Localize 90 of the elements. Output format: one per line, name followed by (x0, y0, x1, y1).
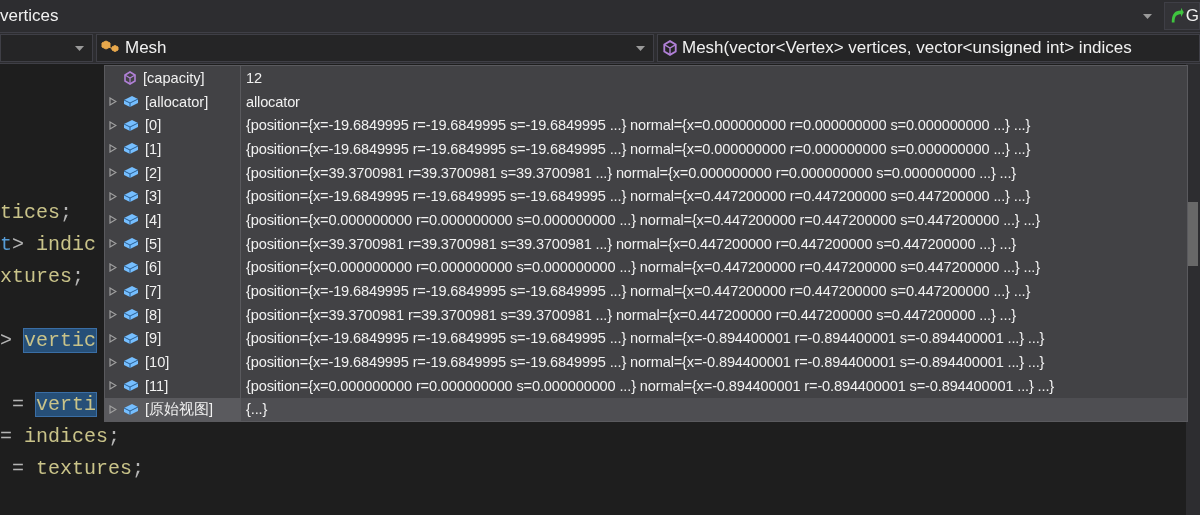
expand-icon[interactable] (109, 239, 117, 249)
datatip-row[interactable]: [7] {position={x=-19.6849995 r=-19.6849995 s=-19.6849995 ...} normal={x=0.447200000 r=0.447200000 s=0.447200000 ...} ...} (105, 279, 1187, 303)
variable-name: [9] (145, 330, 162, 347)
variable-value: {position={x=-19.6849995 r=-19.6849995 s=-19.6849995 ...} normal={x=0.000000000 r=0.000000000 s=0.000000000 ...} ...} (245, 140, 1032, 157)
variable-value: {position={x=-19.6849995 r=-19.6849995 s=-19.6849995 ...} normal={x=-0.894400001 r=-0.894400001 s=-0.894400001 ...} ...} (245, 354, 1046, 371)
field-icon (123, 142, 139, 156)
variable-value: {position={x=0.000000000 r=0.000000000 s=0.000000000 ...} normal={x=0.447200000 r=0.447200000 s=0.447200000 ...} ...} (245, 259, 1041, 276)
dropdown-arrow-icon (636, 45, 645, 51)
go-button[interactable]: G (1164, 2, 1200, 30)
expand-icon[interactable] (109, 357, 117, 367)
field-icon (123, 213, 139, 227)
datatip-row[interactable]: [4] {position={x=0.000000000 r=0.000000000 s=0.000000000 ...} normal={x=0.447200000 r=0.447200000 s=0.447200000 ...} ...} (105, 208, 1187, 232)
code-line: = indices; (0, 423, 121, 450)
field-icon (123, 308, 139, 322)
datatip-row[interactable]: [3] {position={x=-19.6849995 r=-19.6849995 s=-19.6849995 ...} normal={x=0.447200000 r=0.447200000 s=0.447200000 ...} ...} (105, 184, 1187, 209)
expand-icon[interactable] (109, 286, 117, 296)
field-icon (123, 284, 139, 298)
field-icon (123, 237, 139, 251)
datatip-row[interactable]: [原始视图] {...} (105, 397, 1187, 422)
cube-icon (662, 40, 678, 56)
variable-name: [11] (145, 377, 169, 394)
expand-icon[interactable] (109, 144, 117, 154)
member-dropdown[interactable]: Mesh(vector<Vertex> vertices, vector<unsigned int> indices (657, 34, 1200, 62)
datatip-row[interactable]: [8] {position={x=39.3700981 r=39.3700981 s=39.3700981 ...} normal={x=0.447200000 r=0.447200000 s=0.447200000 ...} ...} (105, 302, 1187, 327)
type-dropdown[interactable]: Mesh (96, 34, 654, 62)
field-icon (123, 189, 139, 203)
variable-name: [capacity] (143, 69, 205, 86)
variable-value: {position={x=39.3700981 r=39.3700981 s=39.3700981 ...} normal={x=0.447200000 r=0.447200000 s=0.447200000 ...} ...} (245, 306, 1018, 323)
variable-value: {...} (245, 401, 269, 418)
variable-name: [10] (145, 354, 170, 371)
variable-value: {position={x=-19.6849995 r=-19.6849995 s=-19.6849995 ...} normal={x=0.447200000 r=0.447200000 s=0.447200000 ...} ...} (245, 188, 1032, 205)
variable-name: [6] (145, 259, 162, 276)
code-line: tices; (0, 199, 73, 226)
dropdown-arrow-icon (1143, 13, 1152, 19)
expand-icon[interactable] (109, 191, 117, 201)
variable-name: [3] (145, 188, 162, 205)
expand-icon[interactable] (109, 120, 117, 130)
cube-icon (123, 70, 137, 85)
scroll-thumb[interactable] (1188, 202, 1198, 266)
variable-name: [原始视图] (145, 399, 214, 419)
expand-icon[interactable] (109, 215, 117, 225)
variable-value: {position={x=0.000000000 r=0.000000000 s=0.000000000 ...} normal={x=-0.894400001 r=-0.894400001 s=-0.894400001 ...} ...} (245, 377, 1056, 394)
variable-value: {position={x=-19.6849995 r=-19.6849995 s=-19.6849995 ...} normal={x=0.000000000 r=0.000000000 s=0.000000000 ...} ...} (245, 117, 1032, 134)
field-icon (123, 331, 139, 345)
expand-icon[interactable] (109, 333, 117, 343)
code-line: = textures; (11, 455, 145, 482)
datatip-row[interactable]: [0] {position={x=-19.6849995 r=-19.6849995 s=-19.6849995 ...} normal={x=0.000000000 r=0.000000000 s=0.000000000 ...} ...} (105, 113, 1187, 138)
variable-name: [0] (145, 117, 162, 134)
datatip-row[interactable]: [10] {position={x=-19.6849995 r=-19.6849995 s=-19.6849995 ...} normal={x=-0.894400001 r=-0.894400001 s=-0.894400001 ...} ...} (105, 350, 1187, 374)
dropdown-arrow-icon (75, 45, 84, 51)
variable-name: [4] (145, 211, 162, 228)
datatip-row[interactable]: [9] {position={x=-19.6849995 r=-19.6849995 s=-19.6849995 ...} normal={x=-0.894400001 r=-0.894400001 s=-0.894400001 ...} ...} (105, 326, 1187, 351)
field-icon (123, 260, 139, 274)
arrow-icon (1169, 7, 1184, 25)
expand-icon[interactable] (109, 97, 117, 107)
expand-icon[interactable] (109, 310, 117, 320)
code-line: t> indic (0, 231, 97, 258)
datatip-row[interactable]: [allocator] allocator (105, 89, 1187, 114)
code-line: = verti (11, 391, 97, 418)
datatip-row[interactable]: [1] {position={x=-19.6849995 r=-19.6849995 s=-19.6849995 ...} normal={x=0.000000000 r=0.000000000 s=0.000000000 ...} ...} (105, 137, 1187, 161)
field-icon (123, 118, 139, 132)
expand-icon[interactable] (109, 262, 117, 272)
datatip-row[interactable]: [2] {position={x=39.3700981 r=39.3700981 s=39.3700981 ...} normal={x=0.000000000 r=0.000000000 s=0.000000000 ...} ...} (105, 160, 1187, 185)
variable-value: {position={x=-19.6849995 r=-19.6849995 s=-19.6849995 ...} normal={x=-0.894400001 r=-0.894400001 s=-0.894400001 ...} ...} (245, 330, 1046, 347)
datatip-row[interactable]: [5] {position={x=39.3700981 r=39.3700981 s=39.3700981 ...} normal={x=0.447200000 r=0.447200000 s=0.447200000 ...} ...} (105, 231, 1187, 256)
variable-value: allocator (245, 93, 301, 110)
field-icon (123, 95, 139, 109)
expand-icon[interactable] (109, 381, 117, 391)
variable-value: {position={x=39.3700981 r=39.3700981 s=39.3700981 ...} normal={x=0.447200000 r=0.447200000 s=0.447200000 ...} ...} (245, 235, 1018, 252)
datatip-row[interactable]: [11] {position={x=0.000000000 r=0.000000000 s=0.000000000 ...} normal={x=-0.894400001 r=-0.894400001 s=-0.894400001 ...} ...} (105, 373, 1187, 398)
variable-value: {position={x=-19.6849995 r=-19.6849995 s=-19.6849995 ...} normal={x=0.447200000 r=0.447200000 s=0.447200000 ...} ...} (245, 283, 1032, 300)
code-line: xtures; (0, 263, 85, 290)
field-icon (123, 402, 139, 416)
variable-name: [5] (145, 235, 162, 252)
code-line: > vertic (0, 327, 97, 354)
variable-value: {position={x=39.3700981 r=39.3700981 s=39.3700981 ...} normal={x=0.000000000 r=0.000000000 s=0.000000000 ...} ...} (245, 164, 1018, 181)
variable-name: [8] (145, 306, 162, 323)
variable-name: [1] (145, 140, 162, 157)
expand-icon[interactable] (109, 168, 117, 178)
field-icon (123, 355, 139, 369)
variable-name: [allocator] (145, 93, 209, 110)
datatip-row[interactable]: [capacity] 12 (105, 66, 1187, 90)
datatip-row[interactable]: [6] {position={x=0.000000000 r=0.000000000 s=0.000000000 ...} normal={x=0.447200000 r=0.447200000 s=0.447200000 ...} ...} (105, 255, 1187, 280)
field-icon (123, 379, 139, 393)
expand-icon[interactable] (109, 404, 117, 414)
variable-name: [7] (145, 283, 162, 300)
field-icon (123, 166, 139, 180)
variable-value: 12 (245, 69, 263, 86)
variable-name: [2] (145, 164, 162, 181)
variable-value: {position={x=0.000000000 r=0.000000000 s=0.000000000 ...} normal={x=0.447200000 r=0.447200000 s=0.447200000 ...} ...} (245, 211, 1041, 228)
